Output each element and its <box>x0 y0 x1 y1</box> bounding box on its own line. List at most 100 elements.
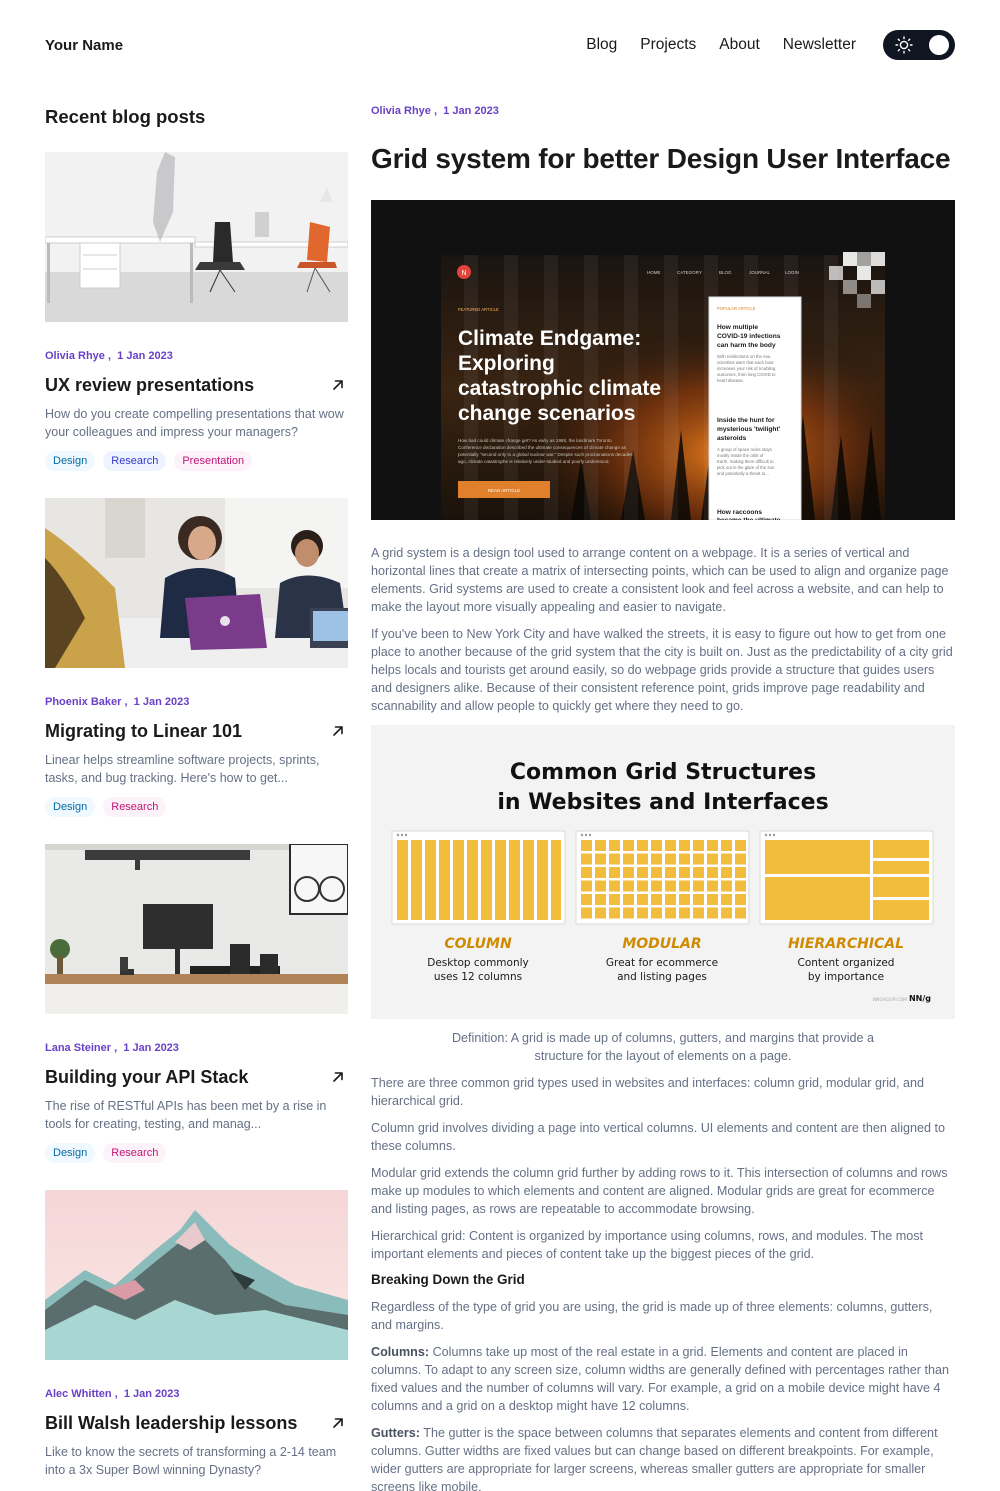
tag-design[interactable]: Design <box>45 797 96 817</box>
post-card[interactable]: Lana Steiner , 1 Jan 2023 Building your … <box>45 844 348 1163</box>
site-header: Your Name Blog Projects About Newsletter <box>45 28 955 62</box>
columns-label: Columns: <box>371 1345 430 1359</box>
post-meta: Alec Whitten , 1 Jan 2023 <box>45 1388 180 1400</box>
post-image-mountain[interactable] <box>45 1190 348 1360</box>
post-image-desk-setup[interactable] <box>45 844 348 1014</box>
post-card[interactable]: Phoenix Baker , 1 Jan 2023 Migrating to … <box>45 498 348 817</box>
article-hero-image: N HOME CATEGORY BLOG JOURNAL LOGIN FEATU… <box>371 200 955 520</box>
modular-grid-cell <box>595 867 606 878</box>
nav-projects[interactable]: Projects <box>640 36 696 54</box>
post-title[interactable]: Migrating to Linear 101 <box>45 721 242 742</box>
modular-grid-cell <box>693 853 704 865</box>
modular-grid-cell <box>735 894 746 905</box>
article-paragraph: There are three common grid types used i… <box>371 1076 925 1108</box>
modular-grid-cell <box>735 853 746 865</box>
modular-grid-cell <box>595 894 606 905</box>
post-title-row: UX review presentations <box>45 373 348 397</box>
post-title-row: Migrating to Linear 101 <box>45 719 348 743</box>
modular-grid-cell <box>581 880 592 892</box>
toggle-knob <box>929 35 949 55</box>
post-author[interactable]: Olivia Rhye <box>45 350 105 362</box>
theme-toggle[interactable] <box>883 30 955 60</box>
modular-grid-cell <box>693 867 704 878</box>
post-tags: Design Research Presentation <box>45 451 348 471</box>
modular-grid-cell <box>651 907 662 919</box>
modular-grid-cell <box>581 867 592 878</box>
modular-grid-cell <box>623 840 634 851</box>
figure-column-desc1: Desktop commonly <box>427 957 529 969</box>
post-author[interactable]: Lana Steiner <box>45 1042 111 1054</box>
hierarchical-grid-illustration <box>759 830 934 925</box>
arrow-up-right-icon[interactable] <box>331 1070 345 1084</box>
hero-menu-category: CATEGORY <box>677 270 702 275</box>
modular-grid-cell <box>651 880 662 892</box>
sun-icon <box>893 34 915 56</box>
post-tags: Design Research <box>45 797 348 817</box>
modular-grid-cell <box>595 840 606 851</box>
figure-modular-desc2: and listing pages <box>617 971 707 983</box>
post-author[interactable]: Phoenix Baker <box>45 696 121 708</box>
nav-newsletter[interactable]: Newsletter <box>783 36 856 54</box>
post-image-team-laptop[interactable] <box>45 498 348 668</box>
arrow-up-right-icon[interactable] <box>331 1416 345 1430</box>
article-author[interactable]: Olivia Rhye <box>371 105 431 117</box>
arrow-up-right-icon[interactable] <box>331 378 345 392</box>
modular-grid-cell <box>595 853 606 865</box>
post-excerpt: How do you create compelling presentatio… <box>45 407 344 439</box>
recent-posts-sidebar: Recent blog posts Olivia Rhye , 1 Jan 20… <box>45 104 348 1477</box>
modular-grid-cell <box>623 880 634 892</box>
figure-hierarchical-desc1: Content organized <box>798 957 895 969</box>
modular-grid-cell <box>623 894 634 905</box>
post-title-row: Bill Walsh leadership lessons <box>45 1411 348 1435</box>
nav-about[interactable]: About <box>719 36 760 54</box>
modular-grid-cell <box>637 880 648 892</box>
tag-research[interactable]: Research <box>103 1143 167 1163</box>
modular-grid-cell <box>651 867 662 878</box>
modular-grid-cell <box>693 840 704 851</box>
modular-grid-cell <box>609 907 620 919</box>
post-card[interactable]: Alec Whitten , 1 Jan 2023 Bill Walsh lea… <box>45 1190 348 1479</box>
modular-grid-cell <box>637 853 648 865</box>
modular-grid-cell <box>707 853 718 865</box>
tag-presentation[interactable]: Presentation <box>174 451 253 471</box>
post-date: 1 Jan 2023 <box>123 1388 180 1400</box>
modular-grid-cell <box>609 894 620 905</box>
hero-menu-login: LOGIN <box>785 270 799 275</box>
modular-grid-cell <box>665 853 676 865</box>
site-brand[interactable]: Your Name <box>45 37 123 54</box>
post-title[interactable]: Bill Walsh leadership lessons <box>45 1413 297 1434</box>
modular-grid-cell <box>693 907 704 919</box>
modular-grid-cell <box>721 907 732 919</box>
hero-popular-label: POPULAR ARTICLE <box>717 306 756 311</box>
figure-column-desc2: uses 12 columns <box>434 971 522 983</box>
post-excerpt: The rise of RESTful APIs has been met by… <box>45 1099 327 1131</box>
post-card[interactable]: Olivia Rhye , 1 Jan 2023 UX review prese… <box>45 152 348 471</box>
post-image-office[interactable] <box>45 152 348 322</box>
tag-design[interactable]: Design <box>45 451 96 471</box>
article-paragraph-gutters: Gutters: The gutter is the space between… <box>371 1424 955 1491</box>
article-paragraph: Column grid involves dividing a page int… <box>371 1121 946 1153</box>
post-author[interactable]: Alec Whitten <box>45 1388 112 1400</box>
article-title: Grid system for better Design User Inter… <box>371 143 951 174</box>
tag-design[interactable]: Design <box>45 1143 96 1163</box>
post-title[interactable]: UX review presentations <box>45 375 254 396</box>
modular-grid-cell <box>665 907 676 919</box>
article-meta: Olivia Rhye , 1 Jan 2023 <box>371 105 499 117</box>
modular-grid-cell <box>707 894 718 905</box>
modular-grid-cell <box>721 840 732 851</box>
nav-blog[interactable]: Blog <box>586 36 617 54</box>
tag-research[interactable]: Research <box>103 451 167 471</box>
modular-grid-cell <box>721 867 732 878</box>
gutters-label: Gutters: <box>371 1426 420 1440</box>
post-title[interactable]: Building your API Stack <box>45 1067 248 1088</box>
modular-grid-cell <box>623 867 634 878</box>
figure-hierarchical-desc2: by importance <box>808 971 884 983</box>
modular-grid-cell <box>679 880 690 892</box>
article-paragraph: Regardless of the type of grid you are u… <box>371 1300 933 1332</box>
modular-grid-cell <box>609 853 620 865</box>
arrow-up-right-icon[interactable] <box>331 724 345 738</box>
main-nav: Blog Projects About Newsletter <box>586 30 955 60</box>
modular-grid-cell <box>581 853 592 865</box>
post-date: 1 Jan 2023 <box>133 696 190 708</box>
tag-research[interactable]: Research <box>103 797 167 817</box>
